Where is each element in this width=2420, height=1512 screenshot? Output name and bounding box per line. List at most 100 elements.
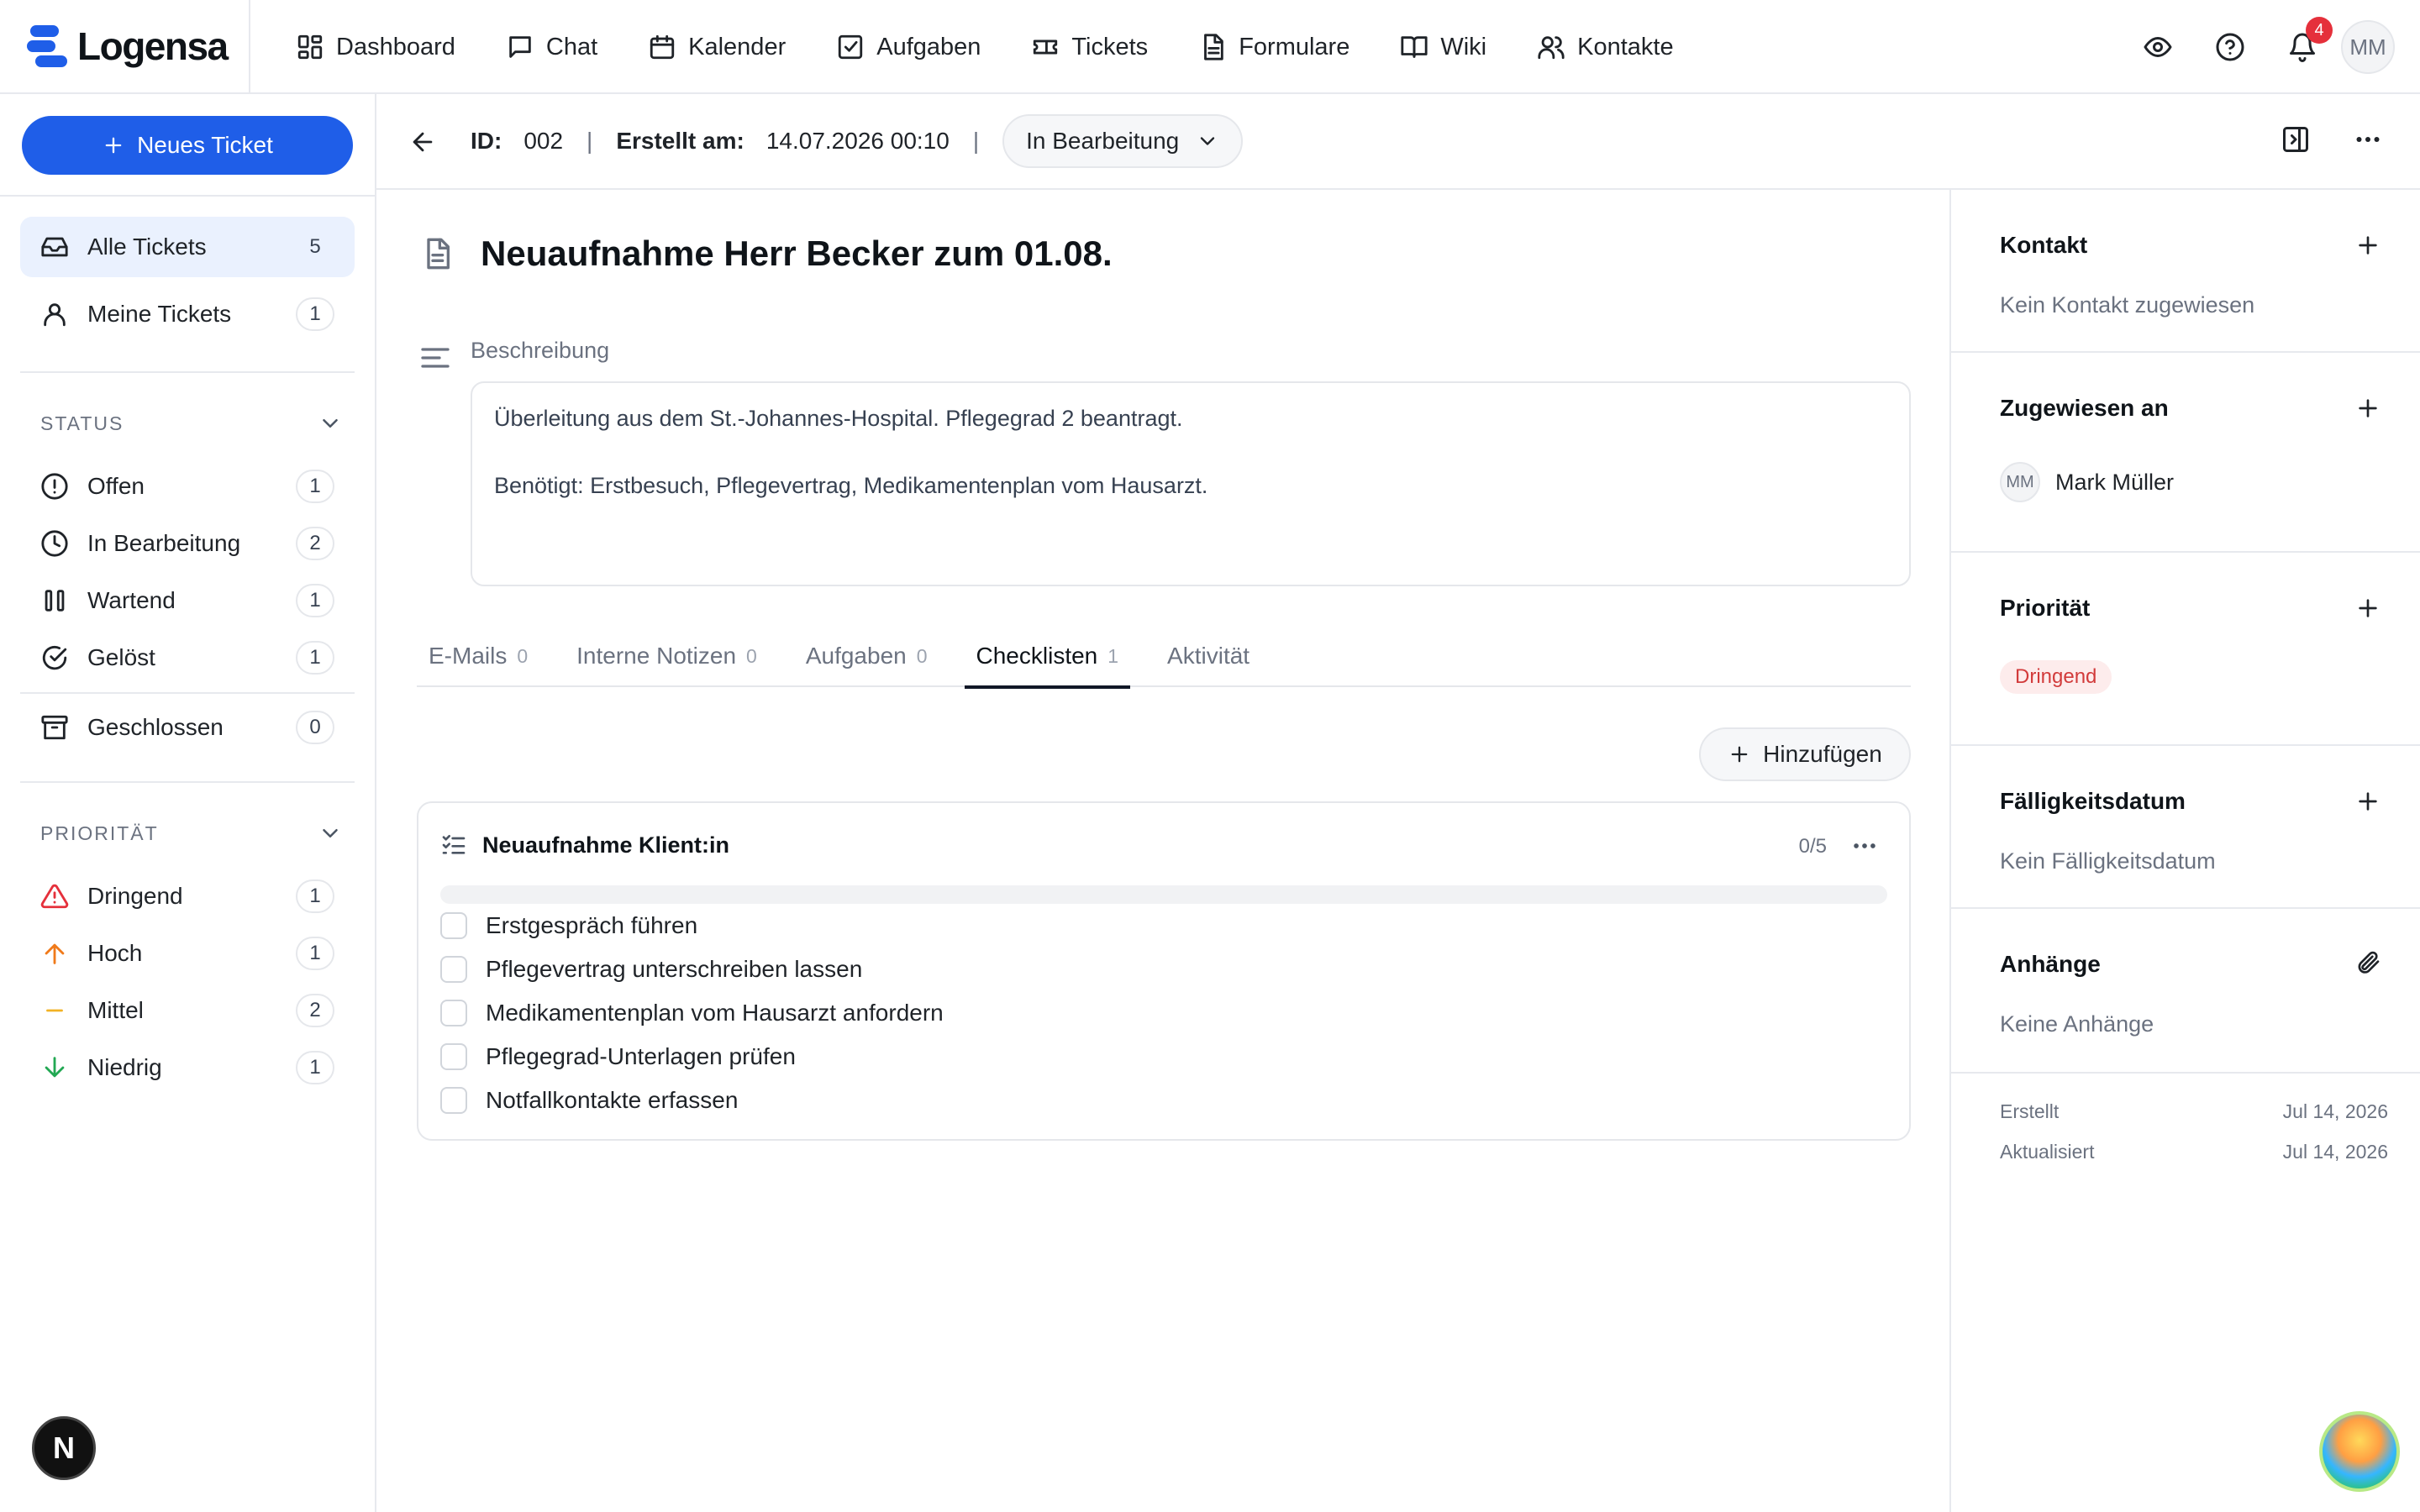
description-field[interactable]: Überleitung aus dem St.-Johannes-Hospita… bbox=[471, 381, 1911, 586]
add-assignee-plus-icon[interactable] bbox=[2354, 395, 2381, 422]
archive-icon bbox=[41, 715, 68, 740]
nav-wiki[interactable]: Wiki bbox=[1400, 33, 1486, 61]
tab-count: 0 bbox=[517, 644, 529, 667]
dashboard-icon bbox=[297, 34, 323, 60]
checkbox[interactable] bbox=[440, 956, 467, 983]
sidebar-item-closed[interactable]: Geschlossen 0 bbox=[20, 697, 355, 758]
tab-internal-notes[interactable]: Interne Notizen 0 bbox=[565, 625, 769, 687]
description-label: Beschreibung bbox=[471, 338, 610, 363]
tab-activity[interactable]: Aktivität bbox=[1155, 625, 1261, 687]
checkbox[interactable] bbox=[440, 912, 467, 939]
checklist-item[interactable]: Pflegevertrag unterschreiben lassen bbox=[440, 956, 862, 983]
checklist-item-label: Erstgespräch führen bbox=[486, 912, 698, 938]
section-title: Fälligkeitsdatum bbox=[2000, 788, 2186, 814]
checklist-item-label: Medikamentenplan vom Hausarzt anfordern bbox=[486, 1000, 944, 1026]
nav-forms[interactable]: Formulare bbox=[1198, 33, 1349, 61]
meta-separator: | bbox=[972, 128, 980, 154]
checklist-header: Neuaufnahme Klient:in bbox=[440, 832, 729, 858]
priority-badge[interactable]: Dringend bbox=[2000, 660, 2112, 694]
ticket-tabs: E-Mails 0 Interne Notizen 0 Aufgaben 0 C… bbox=[417, 625, 1911, 689]
nav-contacts[interactable]: Kontakte bbox=[1537, 33, 1674, 61]
user-avatar[interactable]: MM bbox=[2341, 20, 2395, 74]
tab-checklists[interactable]: Checklisten 1 bbox=[964, 625, 1131, 689]
add-contact-plus-icon[interactable] bbox=[2354, 232, 2381, 259]
dev-tools-badge[interactable]: N bbox=[32, 1416, 96, 1480]
sidebar-item-low[interactable]: Niedrig 1 bbox=[20, 1037, 355, 1098]
notifications-button[interactable]: 4 bbox=[2287, 17, 2333, 62]
sidebar-item-my-tickets[interactable]: Meine Tickets 1 bbox=[20, 284, 355, 344]
back-arrow-icon[interactable] bbox=[408, 128, 437, 156]
sidebar-item-label: Wartend bbox=[87, 587, 176, 613]
top-actions: 4 MM bbox=[2143, 0, 2395, 94]
divider bbox=[20, 692, 355, 694]
nav-calendar[interactable]: Kalender bbox=[648, 33, 786, 61]
checkbox[interactable] bbox=[440, 1087, 467, 1114]
main-nav: Dashboard Chat Kalender Aufgaben Tickets… bbox=[296, 0, 1724, 94]
checklist-item[interactable]: Notfallkontakte erfassen bbox=[440, 1087, 738, 1114]
section-title: Priorität bbox=[2000, 595, 2091, 621]
nav-tasks[interactable]: Aufgaben bbox=[836, 33, 981, 61]
priority-section-header[interactable]: PRIORITÄT bbox=[40, 816, 343, 850]
add-due-date-plus-icon[interactable] bbox=[2354, 788, 2381, 815]
logo-text: Logensa bbox=[77, 24, 229, 68]
more-horizontal-icon[interactable] bbox=[2353, 124, 2383, 155]
section-label: PRIORITÄT bbox=[40, 822, 159, 844]
add-checklist-button[interactable]: Hinzufügen bbox=[1699, 727, 1911, 781]
attachments-section: Anhänge Keine Anhänge bbox=[1951, 909, 2420, 1074]
eye-icon[interactable] bbox=[2143, 32, 2173, 62]
checklist-item[interactable]: Erstgespräch führen bbox=[440, 912, 697, 939]
logo[interactable]: Logensa bbox=[27, 24, 229, 69]
sidebar-item-in-progress[interactable]: In Bearbeitung 2 bbox=[20, 513, 355, 574]
help-icon[interactable] bbox=[2215, 32, 2245, 62]
arrow-down-icon bbox=[45, 1057, 65, 1078]
count-badge: 1 bbox=[296, 297, 334, 331]
sidebar-item-medium[interactable]: Mittel 2 bbox=[20, 980, 355, 1041]
status-dropdown[interactable]: In Bearbeitung bbox=[1002, 114, 1244, 168]
ticket-id: 002 bbox=[523, 128, 564, 154]
nav-label: Kontakte bbox=[1577, 33, 1674, 60]
add-priority-plus-icon[interactable] bbox=[2354, 595, 2381, 622]
sidebar-item-all-tickets[interactable]: Alle Tickets 5 bbox=[20, 217, 355, 277]
count-badge: 5 bbox=[309, 235, 321, 258]
assignee-section: Zugewiesen an MM Mark Müller bbox=[1951, 353, 2420, 553]
checklist-title[interactable]: Neuaufnahme Klient:in bbox=[482, 832, 729, 858]
nav-label: Formulare bbox=[1239, 33, 1350, 60]
assignee-chip[interactable]: MM Mark Müller bbox=[2000, 462, 2174, 502]
count-badge: 1 bbox=[296, 470, 334, 503]
sidebar-item-resolved[interactable]: Gelöst 1 bbox=[20, 627, 355, 688]
new-ticket-button[interactable]: Neues Ticket bbox=[22, 116, 353, 175]
ticket-title[interactable]: Neuaufnahme Herr Becker zum 01.08. bbox=[481, 234, 1113, 274]
nav-tickets[interactable]: Tickets bbox=[1031, 33, 1148, 61]
sidebar-item-high[interactable]: Hoch 1 bbox=[20, 923, 355, 984]
ticket-content: Neuaufnahme Herr Becker zum 01.08. Besch… bbox=[376, 190, 1949, 1512]
nav-dashboard[interactable]: Dashboard bbox=[296, 33, 455, 61]
more-horizontal-icon[interactable] bbox=[1850, 832, 1879, 860]
checkbox[interactable] bbox=[440, 1043, 467, 1070]
chevron-down-icon bbox=[1201, 137, 1215, 145]
sidebar-item-waiting[interactable]: Wartend 1 bbox=[20, 570, 355, 631]
sidebar-item-urgent[interactable]: Dringend 1 bbox=[20, 866, 355, 927]
status-section-header[interactable]: STATUS bbox=[40, 407, 343, 440]
panel-toggle-icon[interactable] bbox=[2281, 124, 2311, 155]
inbox-icon bbox=[41, 237, 68, 257]
tab-tasks[interactable]: Aufgaben 0 bbox=[794, 625, 939, 687]
floating-assistant-icon[interactable] bbox=[2319, 1411, 2400, 1492]
created-label: Erstellt am: bbox=[616, 128, 744, 154]
updated-label: Aktualisiert bbox=[2000, 1141, 2095, 1163]
section-title: Anhänge bbox=[2000, 951, 2101, 977]
checklist-item[interactable]: Pflegegrad-Unterlagen prüfen bbox=[440, 1043, 796, 1070]
nav-label: Chat bbox=[545, 33, 598, 60]
checklist-item[interactable]: Medikamentenplan vom Hausarzt anfordern bbox=[440, 1000, 944, 1026]
count-badge: 0 bbox=[296, 711, 334, 744]
meta-separator: | bbox=[587, 128, 593, 154]
check-circle-icon bbox=[42, 645, 67, 670]
nav-chat[interactable]: Chat bbox=[506, 33, 597, 61]
checkbox[interactable] bbox=[440, 1000, 467, 1026]
task-icon bbox=[839, 34, 863, 60]
priority-section: Priorität Dringend bbox=[1951, 553, 2420, 746]
sidebar-item-open[interactable]: Offen 1 bbox=[20, 456, 355, 517]
paperclip-icon[interactable] bbox=[2354, 949, 2381, 976]
tab-label: Aufgaben bbox=[805, 643, 907, 669]
tab-emails[interactable]: E-Mails 0 bbox=[417, 625, 539, 687]
count-badge: 1 bbox=[296, 937, 334, 970]
